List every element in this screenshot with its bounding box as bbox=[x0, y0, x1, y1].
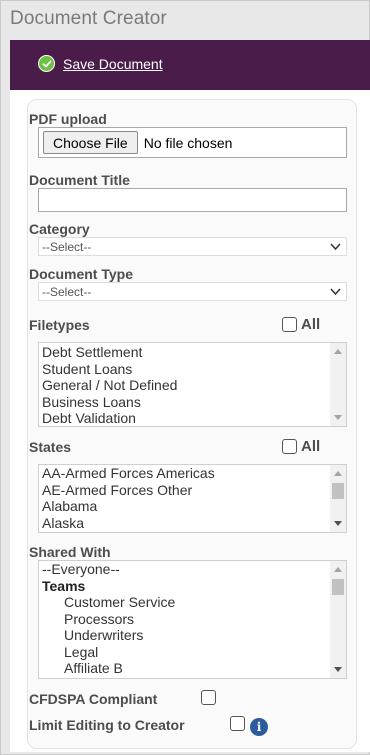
list-item[interactable]: Alabama bbox=[42, 498, 328, 515]
shared-with-scrollbar[interactable] bbox=[330, 561, 346, 678]
action-toolbar: Save Document bbox=[10, 40, 370, 90]
document-creator-window: Document Creator Save Document PDF uploa… bbox=[0, 0, 370, 755]
states-all-toggle[interactable]: All bbox=[282, 438, 320, 455]
states-all-checkbox[interactable] bbox=[282, 439, 297, 454]
list-item[interactable]: Business Loans bbox=[42, 394, 328, 411]
document-type-label: Document Type bbox=[29, 266, 133, 282]
pdf-upload-field: Choose File No file chosen bbox=[38, 127, 347, 158]
category-label: Category bbox=[29, 221, 90, 237]
list-item[interactable]: Student Loans bbox=[42, 361, 328, 378]
shared-with-label: Shared With bbox=[29, 544, 111, 560]
category-select[interactable]: --Select-- bbox=[38, 237, 347, 256]
list-item[interactable]: --Everyone-- bbox=[42, 561, 328, 578]
list-item[interactable]: Customer Service bbox=[42, 594, 328, 611]
list-item[interactable]: Underwriters bbox=[42, 627, 328, 644]
document-type-selected-value: --Select-- bbox=[42, 284, 92, 299]
filetypes-scrollbar[interactable] bbox=[330, 343, 346, 426]
scroll-up-arrow-icon[interactable] bbox=[334, 471, 342, 476]
file-status-text: No file chosen bbox=[143, 134, 233, 151]
cfdspa-compliant-label: CFDSPA Compliant bbox=[29, 691, 158, 707]
list-item[interactable]: General / Not Defined bbox=[42, 377, 328, 394]
check-circle-icon bbox=[38, 55, 55, 72]
shared-with-listbox[interactable]: --Everyone-- Teams Customer Service Proc… bbox=[38, 560, 347, 679]
states-label: States bbox=[29, 439, 72, 455]
scroll-down-arrow-icon[interactable] bbox=[334, 415, 342, 420]
list-item[interactable]: Debt Settlement bbox=[42, 344, 328, 361]
filetypes-all-toggle[interactable]: All bbox=[282, 316, 320, 333]
category-selected-value: --Select-- bbox=[42, 239, 92, 254]
cfdspa-compliant-checkbox[interactable] bbox=[201, 690, 216, 705]
list-item[interactable]: Debt Validation bbox=[42, 410, 328, 426]
filetypes-listbox[interactable]: Debt Settlement Student Loans General / … bbox=[38, 342, 347, 427]
list-item[interactable]: Processors bbox=[42, 611, 328, 628]
states-scrollbar[interactable] bbox=[330, 465, 346, 532]
list-group-heading: Teams bbox=[42, 577, 86, 594]
filetypes-label: Filetypes bbox=[29, 317, 90, 333]
states-all-label: All bbox=[301, 438, 321, 455]
info-icon[interactable]: i bbox=[250, 718, 268, 736]
save-document-button[interactable]: Save Document bbox=[38, 55, 163, 72]
filetypes-all-label: All bbox=[301, 316, 321, 333]
list-item[interactable]: Legal bbox=[42, 644, 328, 661]
limit-editing-label: Limit Editing to Creator bbox=[29, 717, 185, 733]
list-item[interactable]: Alaska bbox=[42, 515, 328, 532]
pdf-upload-label: PDF upload bbox=[29, 111, 107, 127]
list-item[interactable]: AA-Armed Forces Americas bbox=[42, 465, 328, 482]
list-item[interactable]: Affiliate B bbox=[42, 660, 328, 677]
scroll-down-arrow-icon[interactable] bbox=[334, 521, 342, 526]
document-title-label: Document Title bbox=[29, 172, 130, 188]
scroll-up-arrow-icon[interactable] bbox=[334, 567, 342, 572]
limit-editing-checkbox[interactable] bbox=[230, 716, 245, 731]
scrollbar-thumb[interactable] bbox=[332, 483, 344, 499]
page-title: Document Creator bbox=[10, 8, 167, 29]
document-title-input[interactable] bbox=[38, 188, 347, 212]
save-document-label: Save Document bbox=[63, 55, 163, 72]
choose-file-button[interactable]: Choose File bbox=[43, 131, 138, 154]
chevron-down-icon bbox=[330, 288, 341, 296]
chevron-down-icon bbox=[330, 243, 341, 251]
document-type-select[interactable]: --Select-- bbox=[38, 282, 347, 301]
filetypes-all-checkbox[interactable] bbox=[282, 317, 297, 332]
scroll-down-arrow-icon[interactable] bbox=[334, 667, 342, 672]
scroll-up-arrow-icon[interactable] bbox=[334, 349, 342, 354]
states-listbox[interactable]: AA-Armed Forces Americas AE-Armed Forces… bbox=[38, 464, 347, 533]
scrollbar-thumb[interactable] bbox=[332, 579, 344, 595]
list-item[interactable]: AE-Armed Forces Other bbox=[42, 482, 328, 499]
